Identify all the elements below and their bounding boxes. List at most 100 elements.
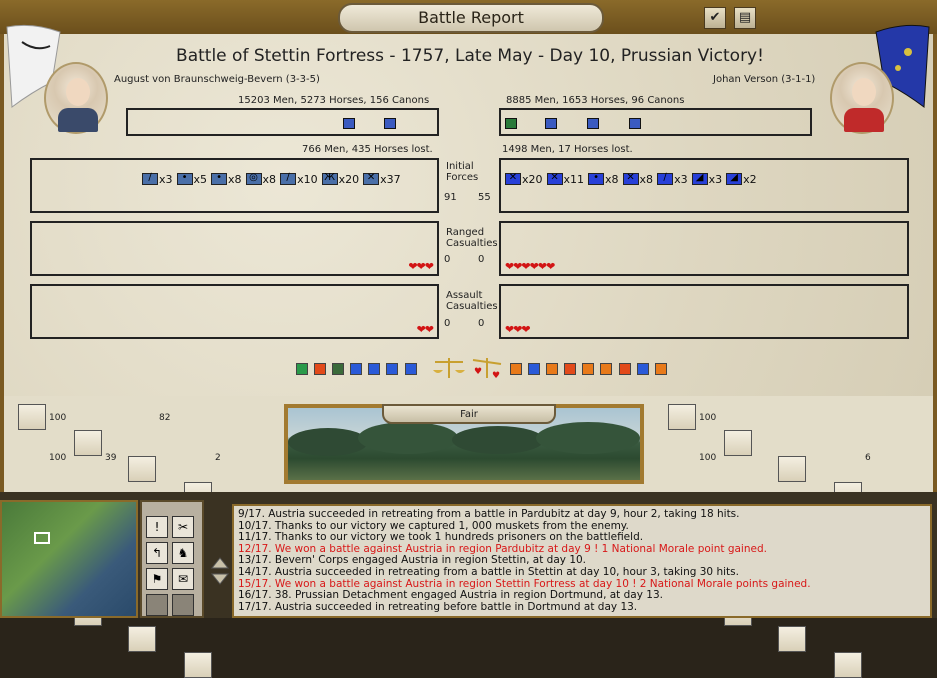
battle-title: Battle of Stettin Fortress - 1757, Late …: [176, 46, 764, 66]
engineer-icon[interactable]: [74, 430, 102, 456]
scales-hearts-icon: ♥ ♥: [472, 358, 502, 381]
infantry-unit-icon: •: [588, 172, 605, 185]
route-command-button[interactable]: ↰: [146, 542, 168, 564]
unit-count: x8: [605, 172, 619, 186]
flag-command-button[interactable]: ⚑: [146, 568, 168, 590]
left-ranged-box: ❤❤❤: [30, 221, 439, 276]
unit-entry[interactable]: Жx20: [321, 172, 359, 186]
modifier-icon[interactable]: [332, 363, 345, 375]
log-button[interactable]: ▤: [734, 7, 756, 29]
modifier-icon[interactable]: [314, 363, 327, 375]
empty-command-slot: [172, 594, 194, 616]
troops-icon[interactable]: [128, 626, 156, 652]
troops-icon[interactable]: [778, 626, 806, 652]
battle-odds-icon[interactable]: [668, 404, 696, 430]
log-entry: 9/17. Austria succeeded in retreating fr…: [238, 508, 740, 520]
unit-glyph: ◎: [249, 172, 258, 183]
left-ranged-hearts: ❤❤❤: [408, 260, 434, 273]
right-unit-list: ✕ x20 ✕ x11 • x8 ✕ x8 ∕ x3 ◢ x3 ◢ x2: [505, 170, 761, 189]
modifier-icon[interactable]: [528, 363, 541, 375]
log-scroll-arrows-icon[interactable]: [210, 556, 230, 586]
unit-count: x3: [159, 172, 173, 186]
stat-value: 2: [215, 453, 221, 463]
unit-glyph: ✕: [508, 172, 518, 183]
stat-value: 100: [49, 413, 67, 423]
engineer-icon[interactable]: [724, 430, 752, 456]
unit-entry[interactable]: ◢ x2: [726, 172, 757, 186]
message-log: 9/17. Austria succeeded in retreating fr…: [232, 504, 932, 618]
modifier-icon[interactable]: [350, 363, 363, 375]
modifier-icon[interactable]: [386, 363, 399, 375]
left-strength-bar: [126, 108, 439, 136]
minimap-viewport[interactable]: [34, 532, 50, 544]
unit-entry[interactable]: • x5: [176, 172, 207, 186]
unit-glyph: ∕: [663, 172, 667, 183]
modifier-icon[interactable]: [546, 363, 559, 375]
right-strength-bar: [499, 108, 812, 136]
svg-text:♥: ♥: [474, 367, 482, 377]
ambush-command-button[interactable]: ✂: [172, 516, 194, 538]
modifier-icon[interactable]: [510, 363, 522, 375]
left-assault-box: ❤❤: [30, 284, 439, 339]
alert-command-button[interactable]: !: [146, 516, 168, 538]
fortress-icon[interactable]: [778, 456, 806, 482]
modifier-icon[interactable]: [618, 363, 631, 375]
modifier-icon[interactable]: [368, 363, 381, 375]
left-modifier-icons: [296, 360, 418, 379]
unit-glyph: ∕: [286, 172, 290, 183]
modifier-icon[interactable]: [404, 363, 417, 375]
unit-entry[interactable]: ◢ x3: [691, 172, 722, 186]
corps-marker-icon[interactable]: [505, 118, 517, 129]
right-ranged-box: ❤❤❤❤❤❤: [499, 221, 909, 276]
soldier-icon[interactable]: [184, 652, 212, 678]
unit-entry[interactable]: ✕ x20: [505, 172, 543, 186]
svg-text:♥: ♥: [492, 371, 500, 381]
unit-glyph: ◢: [730, 172, 738, 183]
modifier-icon[interactable]: [654, 363, 667, 375]
unit-entry[interactable]: • x8: [588, 172, 619, 186]
infantry-unit-icon: •: [211, 172, 228, 185]
soldier-icon[interactable]: [834, 652, 862, 678]
unit-entry[interactable]: ∕ x3: [142, 172, 173, 186]
unit-entry[interactable]: ∕ x3: [657, 172, 688, 186]
log-entry: 17/17. Austria succeeded in retreating b…: [238, 600, 638, 613]
fortress-icon[interactable]: [128, 456, 156, 482]
modifier-icon[interactable]: [600, 363, 613, 375]
unit-entry[interactable]: ✕ x8: [622, 172, 653, 186]
line-infantry-unit-icon: ✕: [622, 172, 639, 185]
modifier-icon[interactable]: [296, 363, 308, 375]
unit-entry[interactable]: • x8: [211, 172, 242, 186]
unit-count: x8: [228, 172, 242, 186]
corps-marker-icon[interactable]: [343, 118, 355, 129]
confirm-button[interactable]: ✔: [704, 7, 726, 29]
minimap[interactable]: [0, 500, 138, 618]
mail-command-button[interactable]: ✉: [172, 568, 194, 590]
unit-entry[interactable]: ✕ x37: [363, 172, 401, 186]
corps-marker-icon[interactable]: [587, 118, 599, 129]
battle-odds-icon[interactable]: [18, 404, 46, 430]
corps-marker-icon[interactable]: [384, 118, 396, 129]
corps-marker-icon[interactable]: [545, 118, 557, 129]
stat-value: 100: [49, 453, 67, 463]
right-modifier-icons: [510, 360, 668, 379]
modifier-icon[interactable]: [564, 363, 577, 375]
line-infantry-unit-icon: ✕: [363, 172, 380, 185]
right-forces-summary: 8885 Men, 1653 Horses, 96 Canons: [506, 95, 685, 106]
unit-entry[interactable]: ◎ x8: [245, 172, 276, 186]
stat-value: 6: [865, 453, 871, 463]
unit-glyph: ✕: [626, 172, 635, 183]
unit-count: x20: [522, 172, 543, 186]
unit-entry[interactable]: ∕ x10: [280, 172, 318, 186]
window-title: Battle Report: [338, 3, 604, 33]
unit-entry[interactable]: ✕ x11: [546, 172, 584, 186]
left-initial-value: 91: [444, 192, 457, 203]
unit-glyph: •: [593, 172, 599, 183]
troops-command-button[interactable]: ♞: [172, 542, 194, 564]
modifier-icon[interactable]: [636, 363, 649, 375]
modifier-icon[interactable]: [582, 363, 595, 375]
unit-count: x3: [674, 172, 688, 186]
unit-glyph: ✕: [366, 172, 376, 183]
artillery-unit-icon: ◢: [726, 172, 743, 185]
prussian-commander-portrait: [44, 62, 108, 134]
corps-marker-icon[interactable]: [629, 118, 641, 129]
